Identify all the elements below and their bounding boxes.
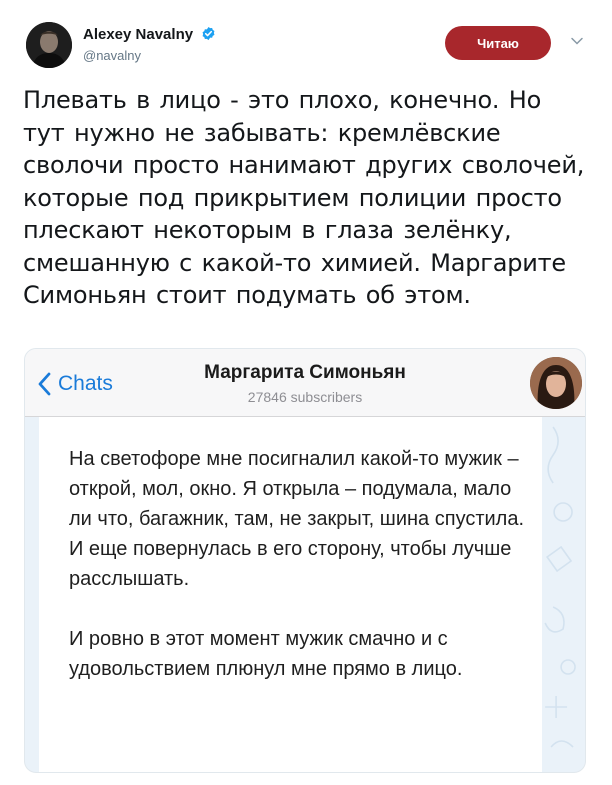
verified-badge-icon (202, 26, 215, 41)
channel-name: Маргарита Симоньян (204, 362, 406, 383)
author-name-row[interactable]: Alexey Navalny (83, 26, 216, 43)
avatar-image (26, 22, 72, 68)
message-paragraph-1: На светофоре мне посигналил какой-то муж… (69, 448, 525, 590)
author-avatar[interactable] (26, 22, 72, 68)
channel-avatar[interactable] (530, 357, 582, 409)
author-name[interactable]: Alexey Navalny (83, 26, 193, 43)
caret-down-icon[interactable] (570, 34, 584, 48)
message-bubble: На светофоре мне посигналил какой-то муж… (39, 417, 542, 772)
attached-screenshot[interactable]: Chats Маргарита Симоньян 27846 subscribe… (24, 348, 586, 773)
tweet-text: Плевать в лицо - это плохо, конечно. Но … (23, 86, 585, 309)
telegram-header: Chats Маргарита Симоньян 27846 subscribe… (25, 349, 585, 417)
message-paragraph-2: И ровно в этот момент мужик смачно и с у… (69, 628, 463, 680)
tweet-header: Alexey Navalny @navalny Читаю (26, 22, 596, 68)
message-text: На светофоре мне посигналил какой-то муж… (69, 444, 529, 684)
subscriber-count: 27846 subscribers (247, 389, 363, 405)
channel-avatar-image (530, 357, 582, 409)
author-handle[interactable]: @navalny (83, 48, 141, 63)
follow-button[interactable]: Читаю (445, 26, 551, 60)
